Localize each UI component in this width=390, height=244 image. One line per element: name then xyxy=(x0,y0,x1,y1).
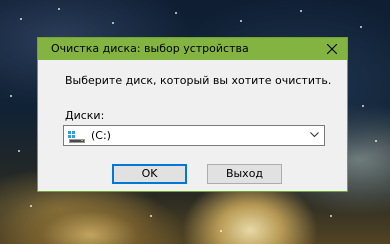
drive-icon xyxy=(68,129,86,143)
close-icon xyxy=(327,44,337,54)
close-button[interactable] xyxy=(317,38,347,60)
drives-label: Диски: xyxy=(65,109,105,122)
chevron-down-icon[interactable] xyxy=(310,132,319,138)
disk-cleanup-dialog: Очистка диска: выбор устройства Выберите… xyxy=(37,37,348,192)
drive-select[interactable]: (C:) xyxy=(63,125,325,146)
dialog-body: Выберите диск, который вы хотите очистит… xyxy=(38,60,347,191)
ok-button[interactable]: OK xyxy=(112,164,187,184)
title-bar[interactable]: Очистка диска: выбор устройства xyxy=(38,38,347,60)
selected-drive: (C:) xyxy=(91,129,111,142)
window-title: Очистка диска: выбор устройства xyxy=(51,42,249,55)
prompt-text: Выберите диск, который вы хотите очистит… xyxy=(65,74,332,87)
exit-button[interactable]: Выход xyxy=(207,164,282,184)
